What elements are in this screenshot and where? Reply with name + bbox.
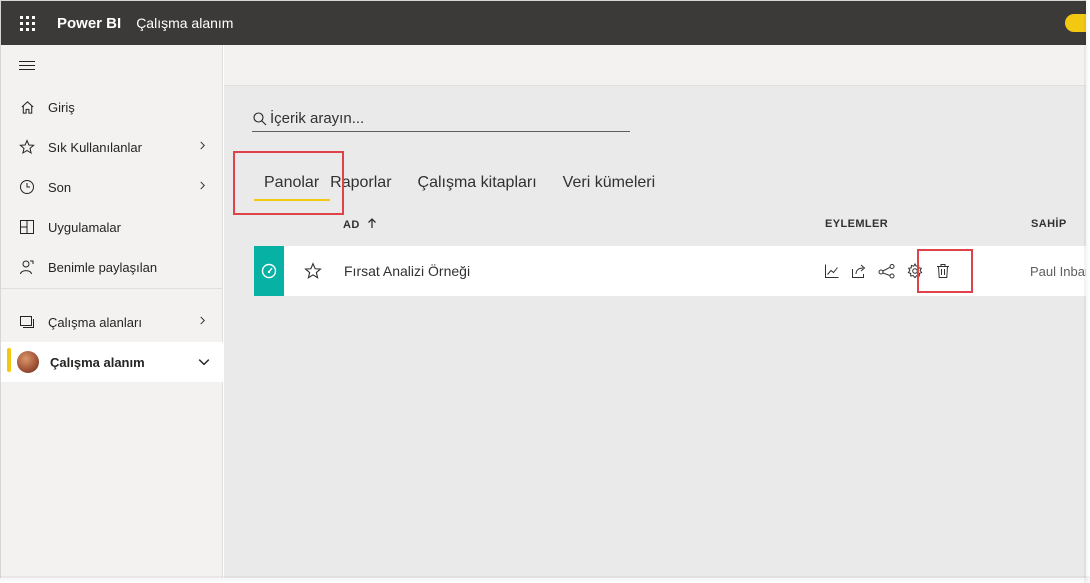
nav-item-label: Çalışma alanım xyxy=(50,354,145,370)
waffle-icon xyxy=(19,15,35,31)
nav-item-label: Çalışma alanları xyxy=(48,314,142,330)
app-launcher-button[interactable] xyxy=(1,1,53,45)
window-shadow-bottom xyxy=(0,576,1090,583)
search-icon xyxy=(253,111,267,125)
nav-item-label: Sık Kullanılanlar xyxy=(48,139,142,155)
home-icon xyxy=(19,99,35,115)
search-box[interactable] xyxy=(252,106,630,132)
chevron-right-icon[interactable] xyxy=(198,316,207,325)
nav-item-recent[interactable]: Son xyxy=(1,167,223,207)
clock-icon xyxy=(19,179,35,195)
left-nav: Giriş Sık Kullanılanlar Son Uygulamalar xyxy=(1,45,223,578)
shared-person-icon xyxy=(19,259,35,275)
column-header-name-label: AD xyxy=(343,219,360,231)
workspace-avatar xyxy=(17,351,39,373)
usage-metrics-icon[interactable] xyxy=(823,262,841,280)
dashboard-gauge-icon xyxy=(261,263,277,279)
chevron-right-icon[interactable] xyxy=(198,141,207,150)
column-header-owner[interactable]: SAHİP xyxy=(1031,218,1067,230)
sort-ascending-icon xyxy=(368,218,377,228)
sub-header xyxy=(224,45,1086,86)
apps-icon xyxy=(19,219,35,235)
app-title[interactable]: Power BI xyxy=(57,15,121,32)
share-icon[interactable] xyxy=(850,262,868,280)
nav-item-favorites[interactable]: Sık Kullanılanlar xyxy=(1,127,223,167)
tab-workbooks[interactable]: Çalışma kitapları xyxy=(418,165,537,201)
nav-item-my-workspace[interactable]: Çalışma alanım xyxy=(1,342,223,382)
nav-divider xyxy=(1,288,223,289)
chevron-down-icon[interactable] xyxy=(198,356,210,368)
workspaces-icon xyxy=(19,314,35,330)
main-content: Panolar Raporlar Çalışma kitapları Veri … xyxy=(224,45,1086,578)
nav-item-label: Son xyxy=(48,179,72,195)
column-header-name[interactable]: AD xyxy=(343,218,377,231)
nav-item-label: Benimle paylaşılan xyxy=(48,259,158,275)
window-shadow-right xyxy=(1084,0,1090,583)
search-input[interactable] xyxy=(270,110,610,127)
column-header-actions: EYLEMLER xyxy=(825,218,889,230)
favorite-star-icon[interactable] xyxy=(304,262,322,280)
account-avatar[interactable] xyxy=(1065,14,1086,32)
nav-item-label: Giriş xyxy=(48,99,75,115)
dashboard-type-tile xyxy=(254,246,284,296)
nav-item-home[interactable]: Giriş xyxy=(1,87,223,127)
app-window: Power BI Çalışma alanım Giriş Sık Kullan… xyxy=(0,0,1086,578)
nav-item-apps[interactable]: Uygulamalar xyxy=(1,207,223,247)
related-content-icon[interactable] xyxy=(878,262,896,280)
hamburger-menu-icon[interactable] xyxy=(19,61,37,73)
top-bar: Power BI Çalışma alanım xyxy=(1,1,1086,45)
breadcrumb-workspace[interactable]: Çalışma alanım xyxy=(136,15,233,31)
active-indicator xyxy=(7,348,11,372)
tab-datasets[interactable]: Veri kümeleri xyxy=(563,165,655,201)
star-icon xyxy=(19,139,35,155)
row-item-name[interactable]: Fırsat Analizi Örneği xyxy=(344,263,470,279)
nav-item-workspaces[interactable]: Çalışma alanları xyxy=(1,302,223,342)
nav-item-shared-with-me[interactable]: Benimle paylaşılan xyxy=(1,247,223,287)
chevron-right-icon[interactable] xyxy=(198,181,207,190)
nav-item-label: Uygulamalar xyxy=(48,219,121,235)
row-owner: Paul Inbar xyxy=(1030,264,1086,279)
highlight-box-delete xyxy=(917,249,973,293)
highlight-box-tab xyxy=(233,151,344,215)
